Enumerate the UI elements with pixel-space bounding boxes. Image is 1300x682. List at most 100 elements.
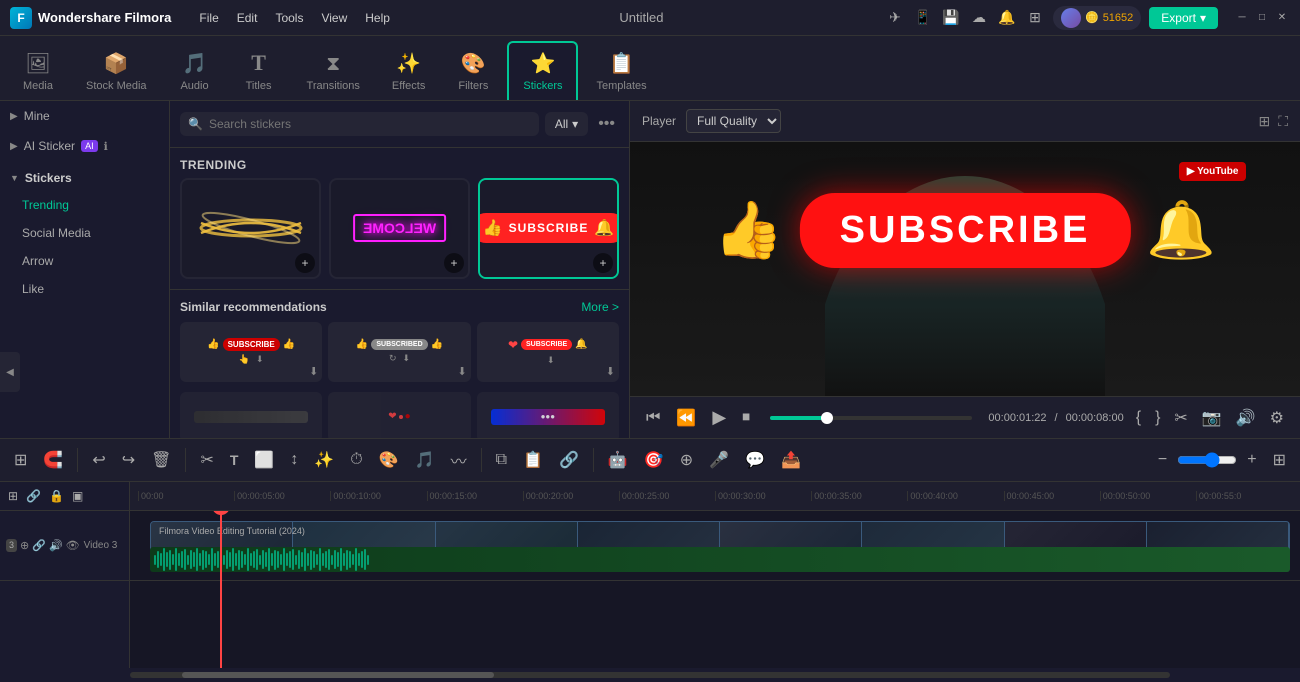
effects-tool-button[interactable]: ✨ — [308, 446, 340, 474]
maximize-button[interactable]: □ — [1254, 10, 1270, 26]
play-button[interactable]: ▶ — [708, 405, 730, 430]
sticker-card-subscribe[interactable]: 👍 SUBSCRIBE 🔔 + — [478, 178, 619, 279]
audio-tool-button[interactable]: 🎵 — [409, 446, 441, 474]
nav-media[interactable]: 🖼 Media — [8, 43, 68, 100]
filter-button[interactable]: All ▾ — [545, 112, 588, 136]
crop-tool-button[interactable]: ⬜ — [248, 446, 280, 474]
cloud-icon[interactable]: ☁ — [969, 8, 989, 28]
zoom-out-button[interactable]: − — [1152, 447, 1173, 473]
nav-effects[interactable]: ✨ Effects — [378, 43, 439, 100]
collapse-btn[interactable]: ◀ — [0, 352, 20, 392]
track-eye-icon[interactable]: 👁 — [66, 539, 80, 552]
similar-card-3[interactable]: ❤ SUBSCRIBE 🔔 ⬇ ⬇ — [477, 322, 619, 382]
phone-icon[interactable]: 📱 — [913, 8, 933, 28]
color-button[interactable]: 🎨 — [373, 446, 405, 474]
lock-tracks-button[interactable]: 🔒 — [47, 487, 66, 505]
mine-section[interactable]: ▶ Mine — [0, 101, 169, 131]
sticker-swirl-add-button[interactable]: + — [295, 253, 315, 273]
timeline-tracks[interactable]: ✂ Filmora Video Editing Tutorial (2024) — [130, 511, 1300, 668]
sidebar-item-trending[interactable]: Trending — [0, 191, 169, 219]
bracket-close-button[interactable]: } — [1151, 407, 1164, 429]
stickers-group-header[interactable]: ▼ Stickers — [0, 165, 169, 191]
subtitle-button[interactable]: 💬 — [739, 446, 771, 474]
progress-bar[interactable] — [770, 416, 972, 420]
ai-remove-button[interactable]: 🤖 — [602, 446, 634, 474]
timeline-horizontal-scrollbar[interactable] — [130, 672, 1170, 678]
share-icon[interactable]: ✈ — [885, 8, 905, 28]
export-button[interactable]: Export ▾ — [1149, 7, 1218, 29]
more-options-button[interactable]: ••• — [594, 111, 619, 137]
save-icon[interactable]: 💾 — [941, 8, 961, 28]
zoom-slider[interactable] — [1177, 452, 1237, 468]
grid-view-icon[interactable]: ⊞ — [1258, 113, 1270, 130]
speed-button[interactable]: ⏱ — [344, 447, 368, 473]
more-tool-button[interactable]: ⊕ — [674, 446, 699, 474]
undo-button[interactable]: ↩ — [86, 446, 111, 474]
link-tracks-button[interactable]: 🔗 — [24, 487, 43, 505]
menu-file[interactable]: File — [191, 7, 226, 29]
nav-audio[interactable]: 🎵 Audio — [165, 43, 225, 100]
track-audio-icon[interactable]: 🔊 — [49, 539, 63, 552]
stabilize-button[interactable]: 🎯 — [638, 446, 670, 474]
notify-icon[interactable]: 🔔 — [997, 8, 1017, 28]
cut-button[interactable]: ✂ — [1170, 406, 1191, 430]
grid-tool-button[interactable]: ⊞ — [8, 446, 33, 474]
transform-button[interactable]: ↕ — [284, 447, 304, 473]
cut-tool-button[interactable]: ✂ — [194, 446, 219, 474]
go-back-button[interactable]: ⏮ — [642, 407, 664, 429]
sticker-card-welcome[interactable]: WELCOME + — [329, 178, 470, 279]
track-add-icon[interactable]: ⊕ — [20, 539, 29, 552]
magnet-tool-button[interactable]: 🧲 — [37, 446, 69, 474]
more-card-3[interactable]: ●●● — [477, 392, 619, 438]
menu-help[interactable]: Help — [357, 7, 398, 29]
nav-transitions[interactable]: ⧗ Transitions — [293, 45, 374, 100]
delete-button[interactable]: 🗑 — [145, 446, 177, 474]
zoom-in-button[interactable]: + — [1241, 447, 1262, 473]
add-track-button[interactable]: ⊞ — [6, 487, 20, 505]
nav-stickers[interactable]: ⭐ Stickers — [507, 41, 578, 100]
menu-tools[interactable]: Tools — [267, 7, 311, 29]
bracket-open-button[interactable]: { — [1132, 407, 1145, 429]
sidebar-item-arrow[interactable]: Arrow — [0, 247, 169, 275]
grid-layout-button[interactable]: ⊞ — [1267, 446, 1292, 474]
close-button[interactable]: ✕ — [1274, 10, 1290, 26]
grid-icon[interactable]: ⊞ — [1025, 8, 1045, 28]
menu-edit[interactable]: Edit — [229, 7, 266, 29]
camera-button[interactable]: 📷 — [1198, 406, 1226, 430]
user-badge[interactable]: 🪙 51652 — [1053, 6, 1141, 30]
sticker-welcome-add-button[interactable]: + — [444, 253, 464, 273]
settings-button[interactable]: ⚙ — [1266, 406, 1288, 430]
menu-view[interactable]: View — [313, 7, 355, 29]
text-tool-button[interactable]: T — [224, 448, 245, 472]
stop-button[interactable]: ⏹ — [738, 407, 754, 429]
fullscreen-icon[interactable]: ⛶ — [1278, 113, 1288, 130]
motion-button[interactable]: 〰 — [445, 444, 473, 476]
volume-button[interactable]: 🔊 — [1232, 406, 1260, 430]
sidebar-item-social-media[interactable]: Social Media — [0, 219, 169, 247]
info-icon[interactable]: ℹ — [104, 140, 108, 153]
nav-templates[interactable]: 📋 Templates — [582, 43, 660, 100]
search-input-wrap[interactable]: 🔍 — [180, 112, 539, 136]
more-link[interactable]: More > — [581, 300, 619, 314]
nav-titles[interactable]: T Titles — [229, 42, 289, 100]
link-button[interactable]: 🔗 — [553, 446, 585, 474]
more-card-1[interactable] — [180, 392, 322, 438]
track-link-icon[interactable]: 🔗 — [32, 539, 46, 552]
sticker-subscribe-add-button[interactable]: + — [593, 253, 613, 273]
sidebar-item-like[interactable]: Like — [0, 275, 169, 303]
collapse-all-button[interactable]: ▣ — [70, 487, 85, 505]
similar-card-1[interactable]: 👍 SUBSCRIBE 👍 👆 ⬇ ⬇ — [180, 322, 322, 382]
redo-button[interactable]: ↪ — [116, 446, 141, 474]
nav-filters[interactable]: 🎨 Filters — [443, 43, 503, 100]
export-tool-button[interactable]: 📤 — [775, 446, 807, 474]
minimize-button[interactable]: ─ — [1234, 10, 1250, 26]
step-back-button[interactable]: ⏪ — [672, 406, 700, 430]
copy-button[interactable]: ⧉ — [490, 447, 513, 473]
more-card-2[interactable]: ❤ ● — [328, 392, 470, 438]
paste-button[interactable]: 📋 — [517, 446, 549, 474]
voice-button[interactable]: 🎤 — [703, 446, 735, 474]
quality-select[interactable]: Full Quality — [686, 109, 781, 133]
search-input[interactable] — [209, 117, 531, 131]
sticker-card-swirl[interactable]: + — [180, 178, 321, 279]
nav-stock-media[interactable]: 📦 Stock Media — [72, 43, 161, 100]
